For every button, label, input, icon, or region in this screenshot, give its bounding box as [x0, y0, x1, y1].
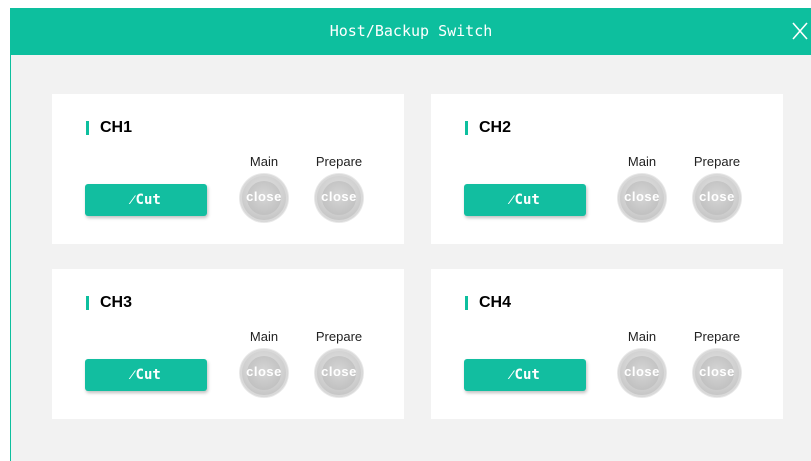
main-status-lamp: close: [618, 174, 666, 222]
cut-button[interactable]: ⁄⁄ Cut: [85, 184, 207, 216]
cut-button[interactable]: ⁄⁄ Cut: [464, 184, 586, 216]
prepare-status-text: close: [699, 364, 735, 379]
prepare-status-lamp: close: [693, 349, 741, 397]
title-accent-bar: [465, 121, 468, 135]
prepare-status-lamp: close: [693, 174, 741, 222]
main-label: Main: [249, 329, 279, 344]
channel-card-ch3: CH3 Main Prepare ⁄⁄ Cut close close: [52, 269, 404, 419]
prepare-status-text: close: [321, 189, 357, 204]
dialog-title: Host/Backup Switch: [329, 22, 493, 40]
title-accent-bar: [86, 296, 89, 310]
main-label: Main: [627, 154, 657, 169]
main-label: Main: [249, 154, 279, 169]
cut-label: Cut: [514, 192, 540, 208]
title-accent-bar: [86, 121, 89, 135]
prepare-status-lamp: close: [315, 349, 363, 397]
prepare-label: Prepare: [315, 154, 363, 169]
prepare-status-lamp: close: [315, 174, 363, 222]
main-status-text: close: [624, 364, 660, 379]
cut-label: Cut: [514, 367, 540, 383]
main-status-text: close: [246, 364, 282, 379]
main-status-text: close: [624, 189, 660, 204]
channel-card-ch1: CH1 Main Prepare ⁄⁄ Cut close close: [52, 94, 404, 244]
channels-panel: CH1 Main Prepare ⁄⁄ Cut close close CH2: [11, 55, 811, 461]
main-status-lamp: close: [240, 349, 288, 397]
prepare-status-text: close: [699, 189, 735, 204]
prepare-label: Prepare: [315, 329, 363, 344]
prepare-label: Prepare: [693, 329, 741, 344]
prepare-status-text: close: [321, 364, 357, 379]
channel-name: CH4: [479, 294, 512, 311]
prepare-label: Prepare: [693, 154, 741, 169]
channel-name: CH1: [100, 119, 133, 136]
main-label: Main: [627, 329, 657, 344]
main-status-lamp: close: [618, 349, 666, 397]
channel-name: CH2: [479, 119, 512, 136]
channel-card-ch2: CH2 Main Prepare ⁄⁄ Cut close close: [431, 94, 783, 244]
cut-button[interactable]: ⁄⁄ Cut: [464, 359, 586, 391]
title-bar: Host/Backup Switch: [11, 8, 811, 55]
cut-label: Cut: [135, 192, 161, 208]
channel-name: CH3: [100, 294, 133, 311]
close-button[interactable]: [789, 17, 811, 45]
switch-dialog: Host/Backup Switch CH1 Main Prepare ⁄⁄ C…: [10, 8, 811, 461]
main-status-lamp: close: [240, 174, 288, 222]
close-icon: [792, 22, 808, 40]
cut-label: Cut: [135, 367, 161, 383]
main-status-text: close: [246, 189, 282, 204]
channel-card-ch4: CH4 Main Prepare ⁄⁄ Cut close close: [431, 269, 783, 419]
title-accent-bar: [465, 296, 468, 310]
cut-button[interactable]: ⁄⁄ Cut: [85, 359, 207, 391]
